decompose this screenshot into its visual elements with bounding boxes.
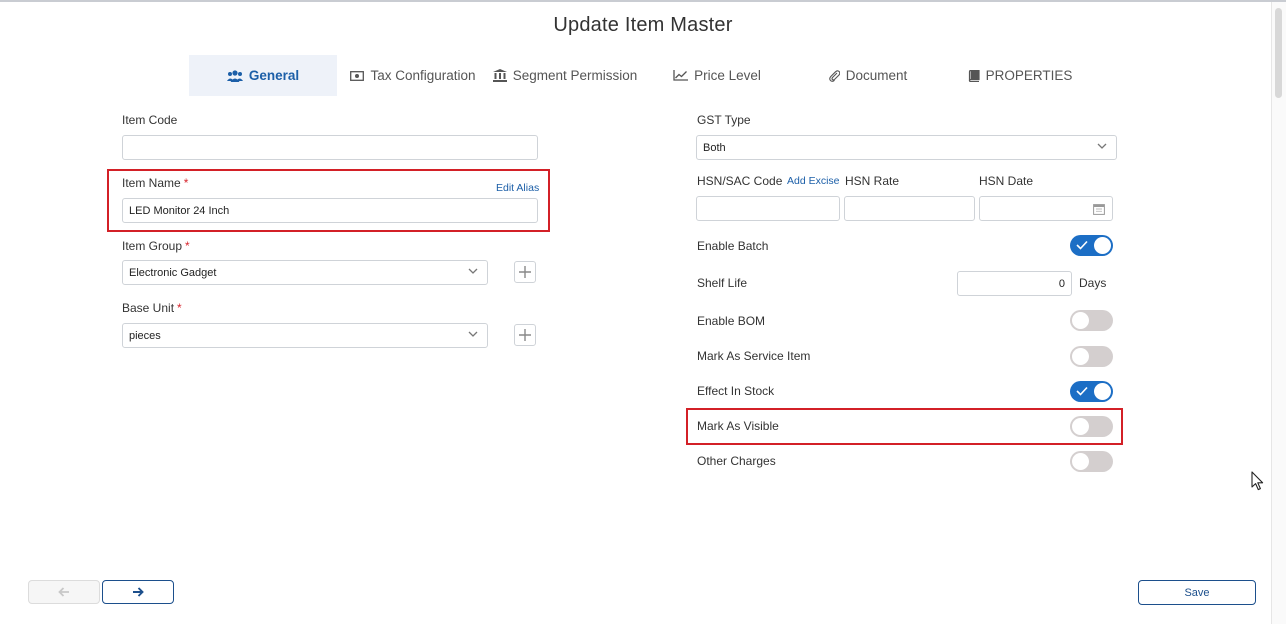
tab-general[interactable]: General: [189, 55, 337, 96]
users-icon: [226, 69, 243, 82]
save-button[interactable]: Save: [1138, 580, 1256, 605]
enable-batch-label: Enable Batch: [697, 239, 769, 253]
arrow-left-icon: [58, 587, 69, 597]
bank-icon: [492, 69, 507, 82]
other-charges-toggle[interactable]: [1070, 451, 1113, 472]
mark-as-visible-highlight-box: [686, 408, 1123, 445]
tab-price-level[interactable]: Price Level: [662, 55, 772, 96]
arrow-right-icon: [133, 587, 144, 597]
tab-label: Tax Configuration: [370, 68, 476, 83]
item-name-highlight-box: [107, 169, 550, 232]
add-base-unit-button[interactable]: [514, 324, 536, 346]
base-unit-select[interactable]: pieces: [122, 323, 488, 348]
mark-as-service-item-label: Mark As Service Item: [697, 349, 811, 363]
chevron-down-icon: [468, 331, 478, 337]
toggle-knob: [1072, 453, 1089, 470]
plus-icon: [519, 329, 531, 341]
check-icon: [1076, 240, 1088, 250]
tab-label: Segment Permission: [512, 68, 638, 83]
shelf-life-label: Shelf Life: [697, 276, 748, 290]
hsn-sac-code-label: HSN/SAC Code: [697, 174, 783, 188]
tab-label: General: [248, 68, 300, 83]
toggle-knob: [1072, 348, 1089, 365]
tab-tax-configuration[interactable]: Tax Configuration: [345, 55, 481, 96]
required-asterisk: *: [185, 239, 190, 253]
enable-bom-label: Enable BOM: [697, 314, 766, 328]
add-item-group-button[interactable]: [514, 261, 536, 283]
check-icon: [1076, 386, 1088, 396]
other-charges-label: Other Charges: [697, 454, 776, 468]
hsn-sac-code-input[interactable]: [696, 196, 840, 221]
tab-document[interactable]: Document: [816, 55, 920, 96]
gst-type-label: GST Type: [697, 113, 751, 127]
item-code-input[interactable]: [122, 135, 538, 160]
effect-in-stock-label: Effect In Stock: [697, 384, 775, 398]
toggle-knob: [1094, 237, 1111, 254]
mouse-cursor-icon: [1251, 471, 1264, 491]
add-excise-link[interactable]: Add Excise: [787, 175, 840, 187]
gst-type-select[interactable]: Both: [696, 135, 1117, 160]
effect-in-stock-toggle[interactable]: [1070, 381, 1113, 402]
hsn-date-input[interactable]: [979, 196, 1113, 221]
shelf-life-unit: Days: [1079, 276, 1107, 290]
top-border: [0, 0, 1286, 2]
item-group-label: Item Group *: [122, 239, 190, 253]
shelf-life-input[interactable]: 0: [957, 271, 1072, 296]
tab-segment-permission[interactable]: Segment Permission: [488, 55, 642, 96]
required-asterisk: *: [177, 301, 182, 315]
enable-bom-toggle[interactable]: [1070, 310, 1113, 331]
hsn-rate-input[interactable]: [844, 196, 975, 221]
previous-button[interactable]: [28, 580, 100, 604]
tab-label: Price Level: [694, 68, 761, 83]
paperclip-icon: [828, 69, 840, 82]
vertical-scrollbar[interactable]: [1271, 2, 1286, 624]
toggle-knob: [1094, 383, 1111, 400]
enable-batch-toggle[interactable]: [1070, 235, 1113, 256]
plus-icon: [519, 266, 531, 278]
tab-label: PROPERTIES: [985, 68, 1073, 83]
next-button[interactable]: [102, 580, 174, 604]
book-icon: [968, 69, 980, 82]
hsn-date-label: HSN Date: [979, 174, 1034, 188]
tab-properties[interactable]: PROPERTIES: [960, 55, 1080, 96]
base-unit-value: pieces: [129, 329, 161, 342]
mark-as-service-item-toggle[interactable]: [1070, 346, 1113, 367]
page-title: Update Item Master: [553, 14, 733, 36]
item-group-select[interactable]: Electronic Gadget: [122, 260, 488, 285]
gst-type-value: Both: [703, 141, 726, 154]
hsn-rate-label: HSN Rate: [845, 174, 900, 188]
calendar-icon[interactable]: [1093, 203, 1105, 215]
item-group-value: Electronic Gadget: [129, 266, 217, 279]
base-unit-label: Base Unit *: [122, 301, 182, 315]
tab-label: Document: [845, 68, 908, 83]
toggle-knob: [1072, 312, 1089, 329]
money-icon: [350, 70, 365, 81]
chevron-down-icon: [468, 268, 478, 274]
line-chart-icon: [673, 70, 689, 81]
chevron-down-icon: [1097, 143, 1107, 149]
item-code-label: Item Code: [122, 113, 178, 127]
